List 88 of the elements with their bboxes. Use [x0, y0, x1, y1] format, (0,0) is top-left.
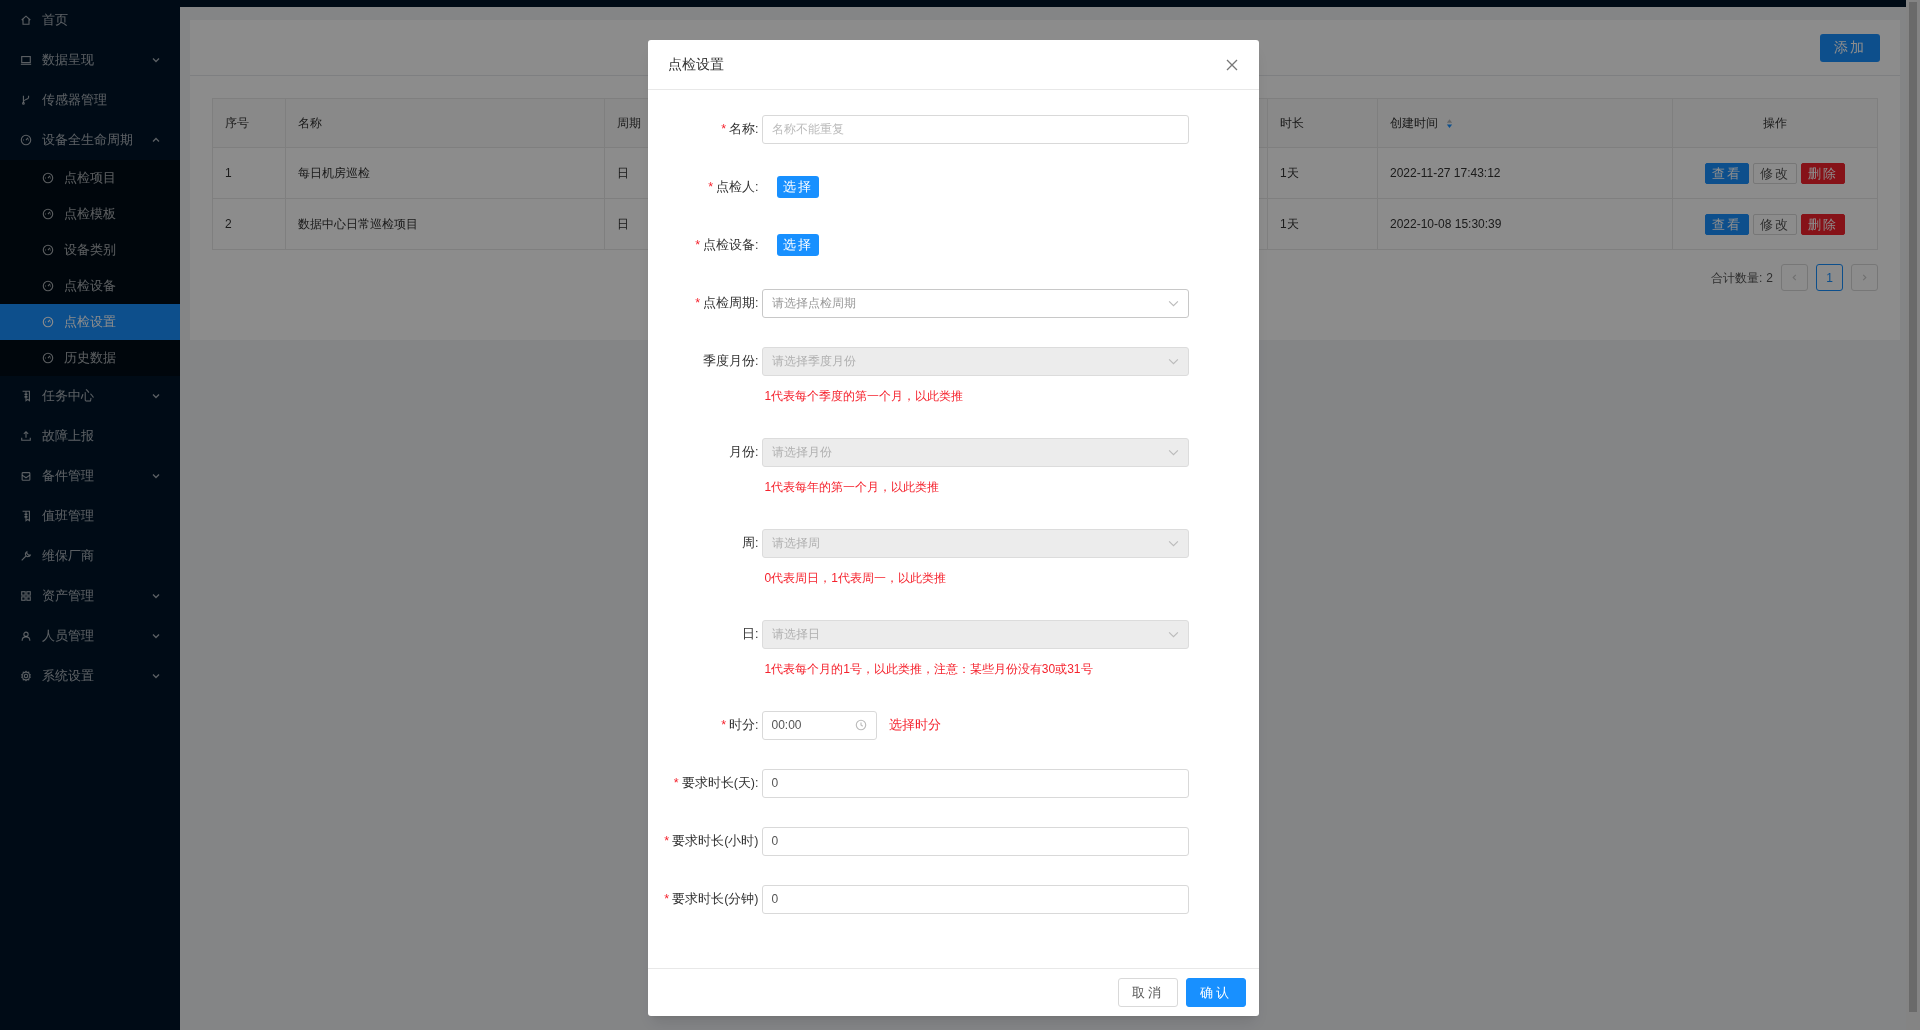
column-header: 名称: [285, 98, 605, 148]
required-mark: *: [695, 294, 700, 312]
column-header: 操作: [1672, 98, 1878, 148]
field-label: 要求时长(分钟): [672, 890, 759, 908]
text-field[interactable]: 0: [761, 768, 1189, 798]
time-field[interactable]: 00:00: [761, 710, 877, 740]
sidebar-item[interactable]: 资产管理: [0, 576, 180, 616]
view-button[interactable]: 查看: [1705, 213, 1749, 235]
text-field[interactable]: 0: [761, 826, 1189, 856]
field-label: 名称:: [729, 120, 759, 138]
clock-icon: [854, 719, 867, 731]
field-label: 月份:: [729, 443, 759, 461]
sidebar-item[interactable]: 设备全生命周期: [0, 120, 180, 160]
sidebar-item[interactable]: 维保厂商: [0, 536, 180, 576]
sidebar-item[interactable]: 人员管理: [0, 616, 180, 656]
required-mark: *: [708, 178, 713, 196]
confirm-button[interactable]: 确认: [1185, 978, 1246, 1007]
field-label: 季度月份:: [703, 352, 759, 370]
text-field[interactable]: 名称不能重复: [761, 114, 1189, 144]
table-cell: 每日机房巡检: [285, 147, 605, 199]
chevron-icon: [1167, 448, 1179, 456]
hint-text: 0代表周日，1代表周一，以此类推: [764, 570, 946, 587]
chevron-icon: [1167, 539, 1179, 547]
sidebar-item[interactable]: 首页: [0, 0, 180, 40]
sort-icon[interactable]: [1446, 117, 1453, 129]
cancel-button[interactable]: 取消: [1117, 978, 1178, 1007]
next-page-button[interactable]: [1851, 264, 1878, 291]
sidebar-item[interactable]: 值班管理: [0, 496, 180, 536]
table-cell: 2022-11-27 17:43:12: [1377, 147, 1673, 199]
table-cell: 数据中心日常巡检项目: [285, 198, 605, 250]
submenu-item[interactable]: 设备类别: [0, 232, 180, 268]
required-mark: *: [664, 832, 670, 850]
delete-button[interactable]: 删除: [1801, 162, 1845, 184]
field-label: 点检人:: [716, 178, 759, 196]
required-mark: *: [721, 120, 726, 138]
hint-text: 1代表每个月的1号，以此类推，注意：某些月份没有30或31号: [764, 661, 1093, 678]
column-header: 序号: [212, 98, 286, 148]
dialog-title: 点检设置: [667, 55, 724, 74]
add-button[interactable]: 添加: [1820, 33, 1880, 62]
table-cell: 2: [212, 198, 286, 250]
submenu-item[interactable]: 点检项目: [0, 160, 180, 196]
field-label: 要求时长(天):: [681, 774, 759, 792]
table-cell: 1天: [1267, 198, 1378, 250]
view-button[interactable]: 查看: [1705, 162, 1749, 184]
page-button[interactable]: 1: [1816, 264, 1843, 291]
dropdown-field[interactable]: 请选择点检周期: [761, 288, 1189, 318]
edit-button[interactable]: 修改: [1753, 162, 1797, 184]
sidebar-item[interactable]: 传感器管理: [0, 80, 180, 120]
close-icon[interactable]: [1224, 57, 1239, 72]
field-label: 日:: [742, 625, 759, 643]
required-mark: *: [673, 774, 679, 792]
chevron-icon: [1791, 274, 1798, 281]
delete-button[interactable]: 删除: [1801, 213, 1845, 235]
sidebar-item[interactable]: 备件管理: [0, 456, 180, 496]
hint-text: 1代表每年的第一个月，以此类推: [764, 479, 940, 496]
field-label: 点检周期:: [703, 294, 759, 312]
table-cell: 1: [212, 147, 286, 199]
column-header: 时长: [1267, 98, 1378, 148]
text-field[interactable]: 0: [761, 884, 1189, 914]
total-count: 2: [1766, 269, 1773, 287]
sidebar-item[interactable]: 数据呈现: [0, 40, 180, 80]
field-label: 时分:: [729, 716, 759, 734]
chevron-icon: [1167, 357, 1179, 365]
column-header: 创建时间: [1390, 115, 1438, 132]
total-count-label: 合计数量:: [1710, 269, 1763, 287]
required-mark: *: [664, 890, 670, 908]
field-label: 要求时长(小时): [672, 832, 759, 850]
chevron-icon: [1167, 630, 1179, 638]
gauge-icon: [42, 316, 54, 328]
submenu-item[interactable]: 历史数据: [0, 340, 180, 376]
sidebar-item[interactable]: 故障上报: [0, 416, 180, 456]
sidebar-item[interactable]: 任务中心: [0, 376, 180, 416]
table-cell: 2022-10-08 15:30:39: [1377, 198, 1673, 250]
previous-page-button[interactable]: [1781, 264, 1808, 291]
hint-text: 1代表每个季度的第一个月，以此类推: [764, 388, 964, 405]
field-label: 周:: [742, 534, 759, 552]
submenu-item[interactable]: 点检设备: [0, 268, 180, 304]
table-cell: 1天: [1267, 147, 1378, 199]
select-button[interactable]: 选择: [776, 234, 819, 256]
chevron-icon: [1861, 274, 1868, 281]
select-button[interactable]: 选择: [776, 176, 819, 198]
submenu-item[interactable]: 点检设置: [0, 304, 180, 340]
note-text: 选择时分: [888, 716, 941, 734]
sidebar-item[interactable]: 系统设置: [0, 656, 180, 696]
submenu-item[interactable]: 点检模板: [0, 196, 180, 232]
required-mark: *: [721, 716, 726, 734]
chevron-icon: [1167, 299, 1179, 307]
edit-button[interactable]: 修改: [1753, 213, 1797, 235]
